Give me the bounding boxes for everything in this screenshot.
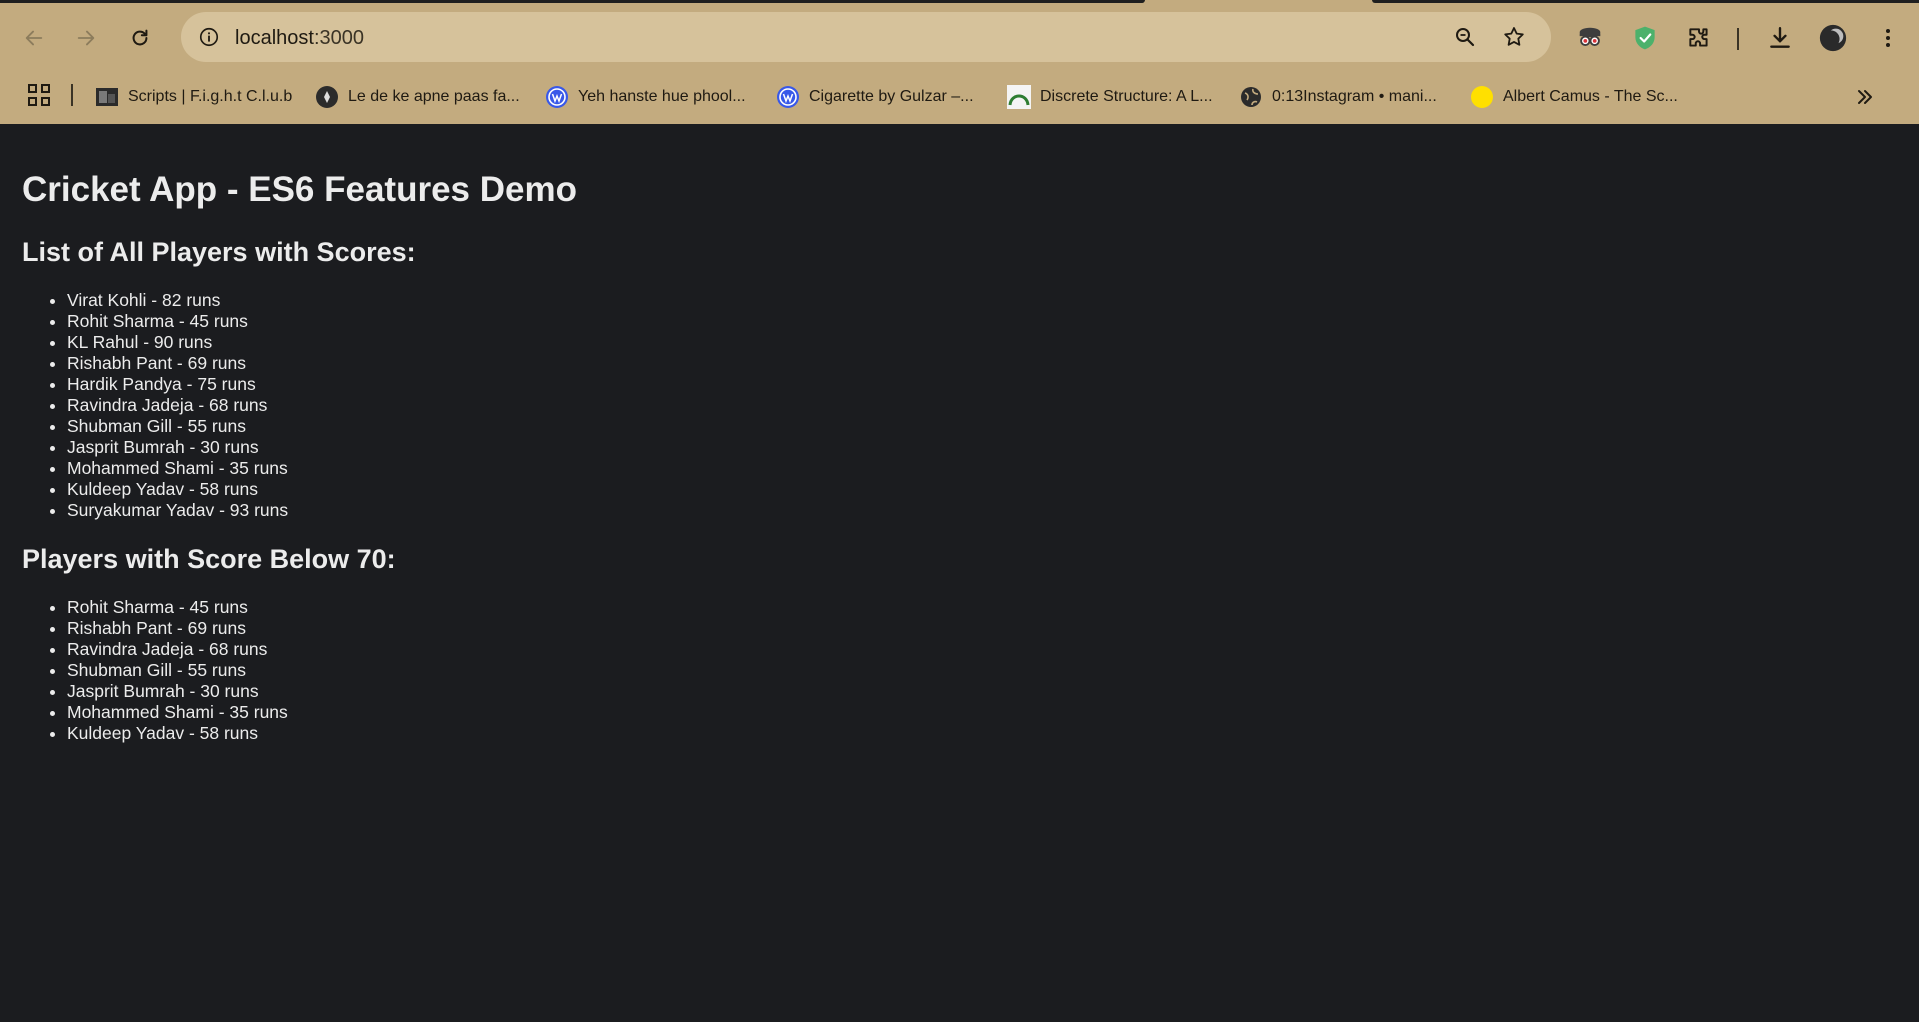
list-item: Ravindra Jadeja - 68 runs: [67, 639, 288, 660]
below-70-list: Rohit Sharma - 45 runs Rishabh Pant - 69…: [22, 597, 288, 744]
list-item: Rohit Sharma - 45 runs: [67, 597, 288, 618]
url-host: localhost: [235, 27, 314, 49]
wordpress-icon: [776, 85, 800, 109]
bookmark-item[interactable]: 0:13Instagram • mani...: [1239, 80, 1437, 114]
back-button[interactable]: [16, 20, 52, 56]
page-content: Cricket App - ES6 Features Demo List of …: [0, 124, 1919, 1022]
bookmarks-bar: Scripts | F.i.g.h.t C.l.u.b Le de ke apn…: [0, 74, 1919, 120]
list-item: Shubman Gill - 55 runs: [67, 416, 288, 437]
all-players-list: Virat Kohli - 82 runs Rohit Sharma - 45 …: [22, 290, 288, 521]
list-item: Rishabh Pant - 69 runs: [67, 353, 288, 374]
bookmark-label: Discrete Structure: A L...: [1040, 88, 1213, 105]
bookmark-item[interactable]: Cigarette by Gulzar –...: [776, 80, 974, 114]
bookmark-star-icon[interactable]: [1500, 23, 1528, 51]
list-item: Mohammed Shami - 35 runs: [67, 702, 288, 723]
arch-favicon-icon: [1007, 85, 1031, 109]
bookmark-label: Yeh hanste hue phool...: [578, 88, 746, 105]
address-bar[interactable]: localhost:3000: [181, 12, 1551, 62]
apps-grid-icon[interactable]: [26, 82, 52, 108]
reload-button[interactable]: [122, 20, 158, 56]
bookmark-label: Albert Camus - The Sc...: [1503, 88, 1678, 105]
fight-club-favicon-icon: [95, 85, 119, 109]
bookmarks-divider: [71, 84, 73, 106]
site-info-icon[interactable]: [193, 21, 225, 53]
toolbar-divider: [1737, 28, 1739, 50]
list-item: Jasprit Bumrah - 30 runs: [67, 681, 288, 702]
bookmark-label: 0:13Instagram • mani...: [1272, 88, 1437, 105]
list-item: Shubman Gill - 55 runs: [67, 660, 288, 681]
bookmark-item[interactable]: Yeh hanste hue phool...: [545, 80, 746, 114]
browser-toolbar: localhost:3000: [0, 4, 1919, 70]
download-icon[interactable]: [1764, 22, 1796, 54]
list-item: Mohammed Shami - 35 runs: [67, 458, 288, 479]
yellow-circle-icon: [1470, 85, 1494, 109]
list-item: Kuldeep Yadav - 58 runs: [67, 479, 288, 500]
below-70-heading: Players with Score Below 70:: [22, 544, 396, 574]
menu-kebab-icon[interactable]: [1872, 22, 1904, 54]
url-text[interactable]: localhost:3000: [235, 27, 364, 50]
list-item: Virat Kohli - 82 runs: [67, 290, 288, 311]
zoom-icon[interactable]: [1451, 23, 1479, 51]
forward-button[interactable]: [68, 20, 104, 56]
list-item: Jasprit Bumrah - 30 runs: [67, 437, 288, 458]
browser-chrome: localhost:3000 Scripts | F.i.g.h.t C.l.u…: [0, 0, 1919, 124]
list-item: Hardik Pandya - 75 runs: [67, 374, 288, 395]
reload-icon: [132, 29, 148, 46]
all-players-heading: List of All Players with Scores:: [22, 237, 416, 267]
spy-extension-icon[interactable]: [1574, 22, 1606, 54]
profile-avatar[interactable]: [1817, 22, 1849, 54]
list-item: KL Rahul - 90 runs: [67, 332, 288, 353]
extensions-icon[interactable]: [1683, 22, 1715, 54]
list-item: Suryakumar Yadav - 93 runs: [67, 500, 288, 521]
bookmark-item[interactable]: Albert Camus - The Sc...: [1470, 80, 1678, 114]
bookmark-label: Le de ke apne paas fa...: [348, 88, 520, 105]
bookmark-item[interactable]: Le de ke apne paas fa...: [315, 80, 520, 114]
arrow-right-icon: [77, 30, 95, 46]
dark-circle-favicon-icon: [315, 85, 339, 109]
bookmark-label: Cigarette by Gulzar –...: [809, 88, 974, 105]
globe-icon: [1239, 85, 1263, 109]
list-item: Kuldeep Yadav - 58 runs: [67, 723, 288, 744]
bookmark-label: Scripts | F.i.g.h.t C.l.u.b: [128, 88, 293, 105]
list-item: Ravindra Jadeja - 68 runs: [67, 395, 288, 416]
url-port: :3000: [313, 27, 364, 49]
chevron-double-right-icon[interactable]: [1852, 86, 1878, 108]
list-item: Rohit Sharma - 45 runs: [67, 311, 288, 332]
shield-extension-icon[interactable]: [1629, 22, 1661, 54]
wordpress-icon: [545, 85, 569, 109]
arrow-left-icon: [25, 30, 43, 46]
bookmark-item[interactable]: Discrete Structure: A L...: [1007, 80, 1213, 114]
page-title: Cricket App - ES6 Features Demo: [22, 170, 577, 209]
bookmark-item[interactable]: Scripts | F.i.g.h.t C.l.u.b: [95, 80, 292, 114]
list-item: Rishabh Pant - 69 runs: [67, 618, 288, 639]
